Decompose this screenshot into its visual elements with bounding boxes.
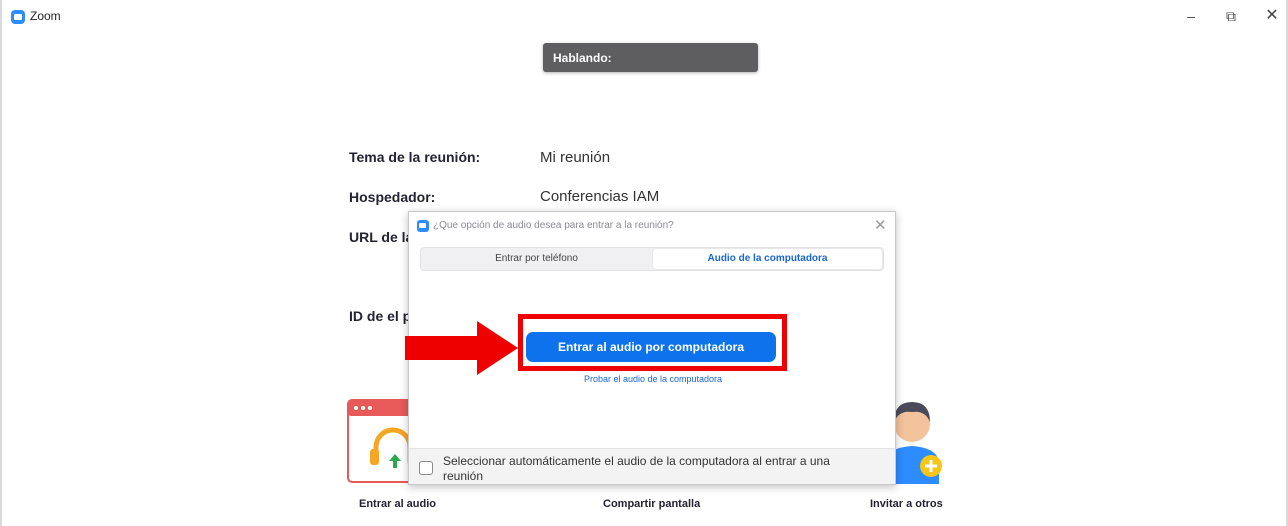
tab-phone[interactable]: Entrar por teléfono (422, 249, 651, 269)
meeting-topic-value: Mi reunión (540, 149, 611, 166)
annotation-arrow-icon (405, 321, 518, 375)
audio-tabs: Entrar por teléfono Audio de la computad… (420, 247, 884, 271)
auto-select-label[interactable]: Seleccionar automáticamente el audio de … (443, 454, 863, 484)
minimize-button[interactable]: – (1177, 4, 1205, 28)
invite-label[interactable]: Invitar a otros (870, 498, 943, 510)
restore-button[interactable]: ⧉ (1217, 4, 1245, 28)
dialog-close-icon[interactable]: ✕ (874, 216, 887, 234)
auto-select-checkbox[interactable] (419, 461, 433, 475)
join-computer-audio-button[interactable]: Entrar al audio por computadora (526, 332, 776, 362)
tab-computer-audio[interactable]: Audio de la computadora (653, 249, 882, 269)
share-screen-label[interactable]: Compartir pantalla (603, 498, 700, 510)
meeting-topic-label: Tema de la reunión: (349, 149, 481, 165)
zoom-window: Zoom – ⧉ ✕ Hablando: Tema de la reunión:… (0, 0, 1288, 526)
meeting-id-label: ID de el p (349, 308, 412, 324)
host-value: Conferencias IAM (540, 188, 660, 205)
zoom-logo-icon (417, 220, 429, 232)
zoom-logo-icon (11, 10, 25, 24)
auto-select-row: Seleccionar automáticamente el audio de … (409, 448, 895, 484)
test-computer-audio-link[interactable]: Probar el audio de la computadora (409, 374, 897, 384)
join-audio-label[interactable]: Entrar al audio (359, 498, 436, 510)
host-label: Hospedador: (349, 189, 436, 205)
app-title: Zoom (30, 9, 61, 23)
speaking-indicator: Hablando: (543, 43, 758, 72)
dialog-title: ¿Que opción de audio desea para entrar a… (433, 220, 674, 231)
title-bar: Zoom – ⧉ ✕ (2, 0, 1286, 34)
close-button[interactable]: ✕ (1258, 4, 1286, 28)
meeting-url-label: URL de la (349, 229, 414, 245)
